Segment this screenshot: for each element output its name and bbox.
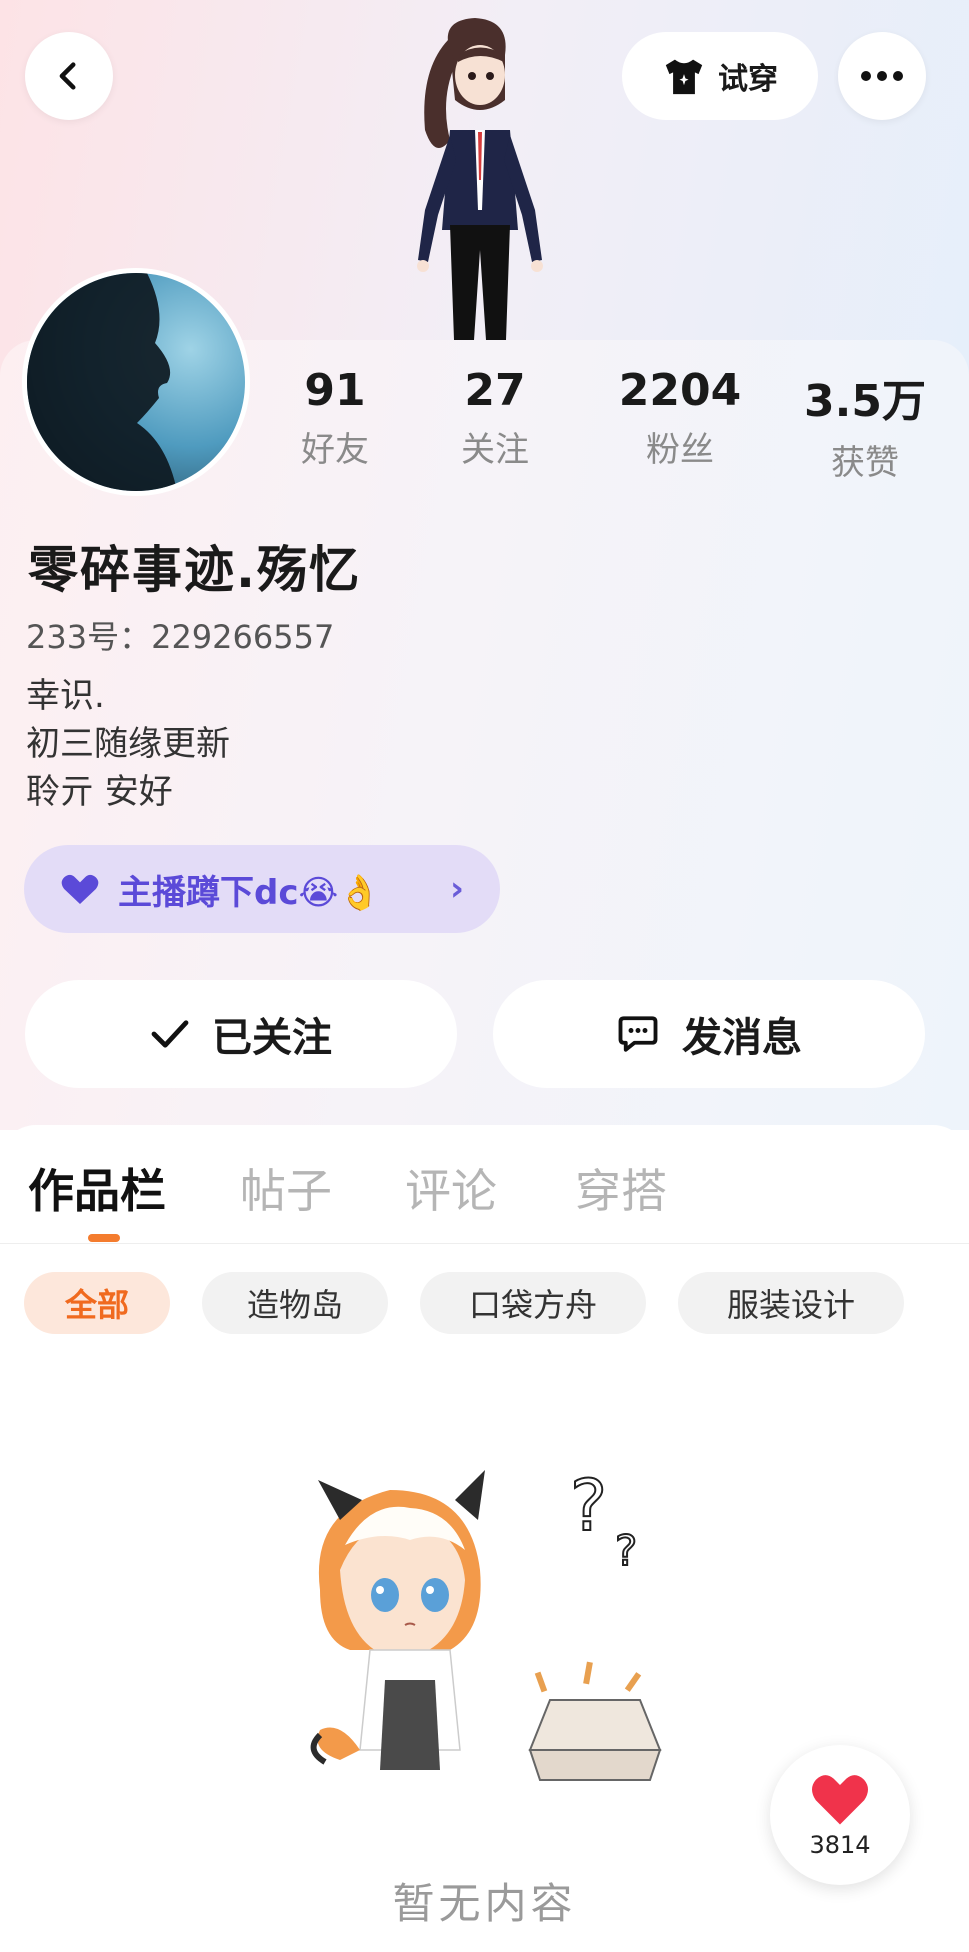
avatar-silhouette — [27, 273, 177, 491]
status-tag[interactable]: 主播蹲下dc😭👌 › — [24, 845, 500, 933]
stat-friends[interactable]: 91 好友 — [250, 365, 420, 471]
stat-label: 获赞 — [831, 443, 899, 483]
send-message-button[interactable]: 发消息 — [493, 980, 925, 1088]
filter-clothing-design[interactable]: 服装设计 — [678, 1272, 904, 1334]
like-button[interactable]: 3814 — [770, 1745, 910, 1885]
stat-fans[interactable]: 2204 粉丝 — [595, 365, 765, 471]
filter-all[interactable]: 全部 — [24, 1272, 170, 1334]
try-on-button[interactable]: 试穿 — [622, 32, 818, 120]
stat-value: 3.5万 — [804, 376, 926, 427]
svg-text:?: ? — [570, 1465, 607, 1547]
tab-posts[interactable]: 帖子 — [240, 1155, 332, 1221]
stat-label: 关注 — [461, 430, 529, 470]
avatar[interactable] — [22, 268, 250, 496]
stat-label: 好友 — [301, 430, 369, 470]
chevron-right-icon: › — [449, 869, 464, 909]
more-dots-icon — [861, 71, 903, 81]
bio-line: 初三随缘更新 — [26, 724, 230, 764]
heart-icon — [812, 1775, 868, 1825]
content-tabs: 作品栏 帖子 评论 穿搭 — [0, 1125, 969, 1244]
empty-state-illustration: ? ? — [310, 1464, 662, 1781]
send-message-label: 发消息 — [682, 1015, 802, 1061]
svg-text:?: ? — [615, 1526, 637, 1575]
tab-outfits[interactable]: 穿搭 — [575, 1155, 667, 1221]
tab-comments[interactable]: 评论 — [405, 1155, 497, 1221]
heart-icon — [61, 874, 99, 904]
following-button[interactable]: 已关注 — [25, 980, 457, 1088]
more-button[interactable] — [838, 32, 926, 120]
back-button[interactable] — [25, 32, 113, 120]
stat-following[interactable]: 27 关注 — [410, 365, 580, 471]
bio-line: 聆亓 安好 — [26, 772, 173, 812]
like-count: 3814 — [809, 1831, 871, 1859]
stat-value: 2204 — [618, 365, 742, 416]
stat-likes[interactable]: 3.5万 获赞 — [780, 365, 950, 484]
tab-works[interactable]: 作品栏 — [28, 1155, 166, 1221]
check-icon — [151, 1020, 189, 1048]
stat-value: 27 — [464, 365, 526, 416]
try-on-label: 试穿 — [718, 62, 778, 97]
stats-row: 91 好友 27 关注 2204 粉丝 3.5万 获赞 — [250, 365, 950, 495]
character-figure[interactable] — [380, 10, 580, 340]
tshirt-icon — [665, 59, 703, 95]
filter-pocket-ark[interactable]: 口袋方舟 — [420, 1272, 646, 1334]
following-label: 已关注 — [212, 1015, 332, 1061]
active-tab-indicator — [88, 1234, 120, 1242]
stat-value: 91 — [304, 365, 366, 416]
user-id[interactable]: 233号：229266557 — [26, 612, 334, 658]
chat-bubble-icon — [618, 1016, 658, 1052]
bio: 幸识. 初三随缘更新 聆亓 安好 — [26, 672, 230, 816]
filter-creation-island[interactable]: 造物岛 — [202, 1272, 388, 1334]
status-tag-text: 主播蹲下dc😭👌 — [118, 872, 381, 913]
stat-label: 粉丝 — [646, 430, 714, 470]
bio-line: 幸识. — [26, 676, 105, 716]
nickname: 零碎事迹.殇忆 — [28, 541, 361, 599]
chevron-left-icon — [59, 62, 76, 90]
